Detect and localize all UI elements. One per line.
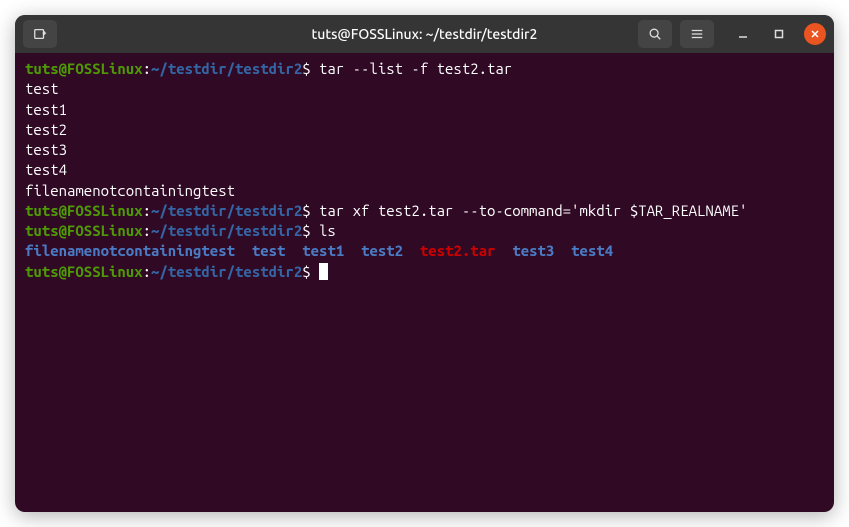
ls-output-line: filenamenotcontainingtest test test1 tes… [25,241,824,261]
close-icon [810,29,820,39]
ls-dir: test2 [361,242,403,259]
terminal-line: tuts@FOSSLinux:~/testdir/testdir2$ [25,262,824,282]
prompt-separator: : [143,263,151,280]
ls-archive: test2.tar [420,242,496,259]
window-title: tuts@FOSSLinux: ~/testdir/testdir2 [312,26,538,42]
minimize-icon [738,29,748,39]
close-button[interactable] [804,23,826,45]
command-text: tar xf test2.tar --to-command='mkdir $TA… [311,202,748,219]
command-text: ls [311,222,336,239]
terminal-line: tuts@FOSSLinux:~/testdir/testdir2$ tar x… [25,201,824,221]
prompt-path: ~/testdir/testdir2 [151,263,302,280]
prompt-path: ~/testdir/testdir2 [151,202,302,219]
prompt-user: tuts@FOSSLinux [25,222,143,239]
prompt-user: tuts@FOSSLinux [25,263,143,280]
prompt-separator: : [143,222,151,239]
cursor [319,263,328,280]
ls-dir: test [252,242,286,259]
prompt-path: ~/testdir/testdir2 [151,222,302,239]
ls-dir: test1 [302,242,344,259]
titlebar: tuts@FOSSLinux: ~/testdir/testdir2 [15,15,834,53]
terminal-content[interactable]: tuts@FOSSLinux:~/testdir/testdir2$ tar -… [15,53,834,288]
window-controls [732,23,826,45]
prompt-user: tuts@FOSSLinux [25,202,143,219]
search-button[interactable] [638,20,672,48]
hamburger-icon [690,27,704,41]
menu-button[interactable] [680,20,714,48]
new-tab-button[interactable] [23,20,57,48]
terminal-line: tuts@FOSSLinux:~/testdir/testdir2$ tar -… [25,59,824,79]
command-text: tar --list -f test2.tar [311,60,513,77]
prompt-separator: : [143,202,151,219]
output-line: test3 [25,140,824,160]
maximize-icon [774,29,784,39]
ls-dir: filenamenotcontainingtest [25,242,235,259]
minimize-button[interactable] [732,23,754,45]
prompt-separator: : [143,60,151,77]
prompt-user: tuts@FOSSLinux [25,60,143,77]
output-line: test2 [25,120,824,140]
prompt-path: ~/testdir/testdir2 [151,60,302,77]
output-line: test1 [25,100,824,120]
terminal-line: tuts@FOSSLinux:~/testdir/testdir2$ ls [25,221,824,241]
output-line: test4 [25,160,824,180]
ls-dir: test3 [512,242,554,259]
new-tab-icon [33,27,47,41]
titlebar-left [23,20,57,48]
ls-dir: test4 [571,242,613,259]
terminal-window: tuts@FOSSLinux: ~/testdir/testdir2 [15,15,834,512]
maximize-button[interactable] [768,23,790,45]
output-line: filenamenotcontainingtest [25,181,824,201]
search-icon [648,27,662,41]
prompt-symbol: $ [302,263,310,280]
prompt-symbol: $ [302,60,310,77]
titlebar-right [638,20,826,48]
output-line: test [25,79,824,99]
prompt-symbol: $ [302,222,310,239]
prompt-symbol: $ [302,202,310,219]
